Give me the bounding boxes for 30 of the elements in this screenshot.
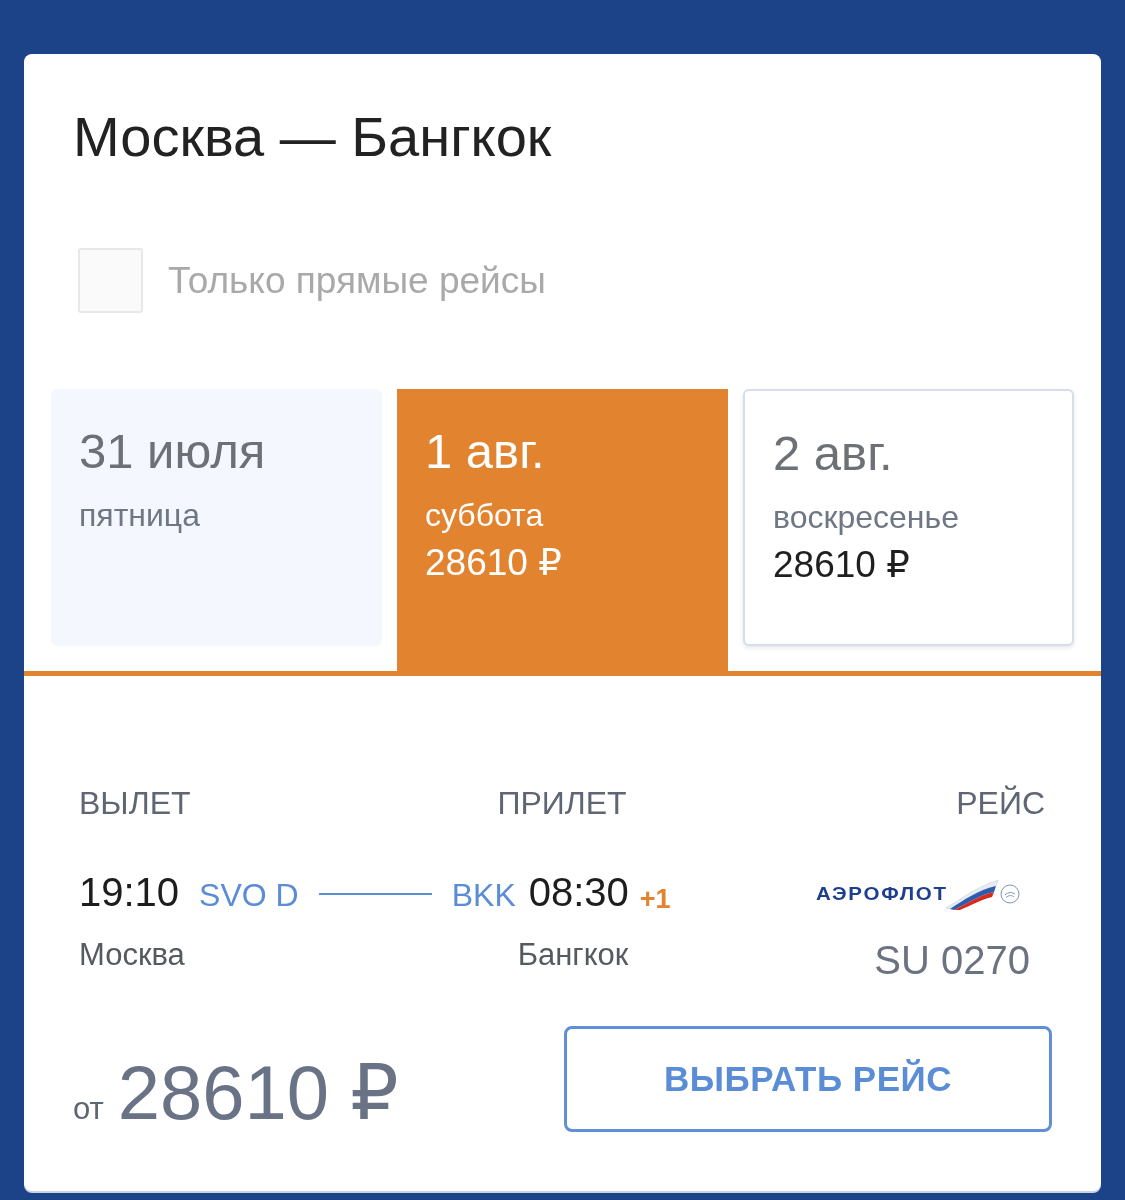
select-flight-button[interactable]: ВЫБРАТЬ РЕЙС [564, 1026, 1052, 1132]
price-amount: 28610 ₽ [117, 1051, 399, 1135]
column-header: ВЫЛЕТ [79, 784, 191, 822]
price-prefix: от [73, 1091, 104, 1127]
flight-number: SU 0270 [874, 937, 1030, 984]
flag-swoosh-icon [944, 878, 1000, 910]
date-tab[interactable]: 1 авг. суббота 28610 ₽ [397, 389, 728, 671]
tab-price: 28610 ₽ [773, 543, 910, 587]
day-offset: +1 [639, 884, 671, 914]
departure-time: 19:10 [79, 869, 180, 916]
tab-date: 1 авг. [425, 423, 545, 479]
alliance-emblem-icon [1000, 884, 1020, 904]
tab-weekday: суббота [425, 496, 544, 535]
date-tab[interactable]: 31 июля пятница [51, 389, 382, 646]
date-tab[interactable]: 2 авг. воскресенье 28610 ₽ [743, 389, 1074, 646]
airline-logo-text: АЭРОФЛОТ [816, 883, 948, 905]
tab-date: 31 июля [79, 423, 266, 479]
column-header: ПРИЛЕТ [497, 784, 627, 822]
column-header: РЕЙС [956, 784, 1045, 822]
tab-weekday: пятница [79, 496, 200, 535]
departure-airport: SVO D [199, 876, 299, 915]
arrival-city: Бангкок [517, 936, 629, 974]
arrival-time: 08:30 [528, 869, 629, 916]
route-title: Москва — Бангкок [73, 104, 552, 170]
departure-city: Москва [79, 936, 185, 974]
arrival-airport: BKK [451, 876, 516, 915]
checkbox-label[interactable]: Только прямые рейсы [168, 258, 546, 303]
tab-weekday: воскресенье [773, 498, 959, 537]
tab-date: 2 авг. [773, 425, 893, 481]
tab-price: 28610 ₽ [425, 541, 562, 585]
